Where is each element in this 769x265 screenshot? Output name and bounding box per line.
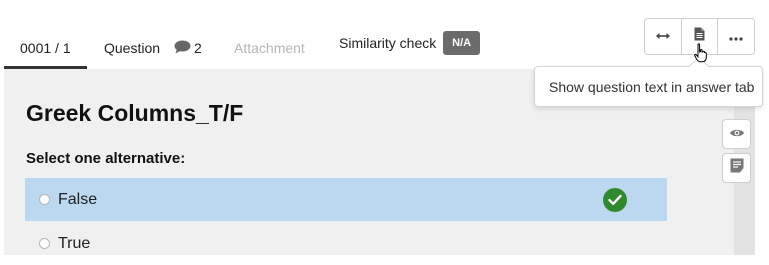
correct-check-icon	[603, 188, 627, 212]
notes-button[interactable]	[722, 153, 751, 183]
radio-button[interactable]	[39, 238, 50, 249]
answer-option-false[interactable]: False	[25, 178, 667, 221]
answer-option-label: True	[58, 234, 91, 252]
comment-icon	[174, 37, 191, 61]
preview-button[interactable]	[722, 119, 751, 149]
more-icon	[729, 28, 743, 46]
question-title: Greek Columns_T/F	[26, 100, 244, 126]
expand-horizontal-icon	[655, 28, 671, 46]
answer-option-true[interactable]: True	[25, 222, 667, 265]
tab-similarity-check[interactable]: Similarity check N/A	[339, 31, 481, 55]
similarity-status-badge: N/A	[443, 31, 481, 55]
tab-question[interactable]: Question 2	[104, 36, 202, 60]
eye-icon	[729, 125, 745, 143]
more-options-button[interactable]	[718, 19, 754, 54]
attachment-tab-label: Attachment	[234, 40, 305, 56]
tab-bar	[4, 0, 634, 69]
radio-button[interactable]	[39, 194, 50, 205]
item-number-label: 0001 / 1	[20, 40, 71, 56]
comment-count: 2	[193, 40, 202, 56]
tab-attachment[interactable]: Attachment	[234, 36, 305, 60]
notes-icon	[730, 158, 744, 178]
question-tab-label: Question	[104, 40, 161, 56]
expand-width-button[interactable]	[645, 19, 682, 54]
tooltip: Show question text in answer tab	[534, 66, 763, 107]
hand-cursor-icon	[694, 43, 708, 68]
tooltip-text: Show question text in answer tab	[549, 79, 755, 95]
tab-item-number[interactable]: 0001 / 1	[20, 36, 71, 60]
answer-option-label: False	[58, 190, 98, 208]
similarity-tab-label: Similarity check	[339, 35, 437, 51]
question-prompt: Select one alternative:	[26, 150, 186, 167]
